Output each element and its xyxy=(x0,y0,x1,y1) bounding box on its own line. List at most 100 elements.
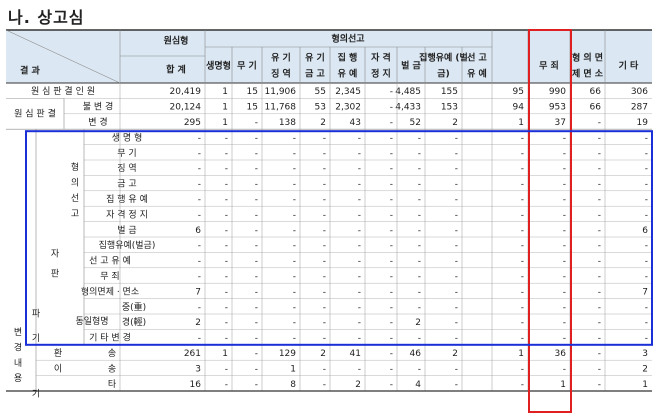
cell-value: - xyxy=(255,257,258,267)
cell-value: 990 xyxy=(549,87,566,97)
row-label-13: 형의면제 · 면소 xyxy=(81,286,139,297)
cell-value: - xyxy=(390,318,393,328)
cell-value: - xyxy=(225,133,228,143)
header-col-5-top: 자 격 xyxy=(371,52,391,64)
cell-value: - xyxy=(645,164,648,174)
cell-value: 2 xyxy=(195,318,201,328)
cell-value: - xyxy=(358,180,361,190)
cell-value: - xyxy=(198,272,201,282)
cell-value: - xyxy=(563,364,566,374)
cell-value: - xyxy=(323,164,326,174)
header-col-3-top: 유 기 xyxy=(305,52,325,64)
cell-value: - xyxy=(255,318,258,328)
cell-value: - xyxy=(455,164,458,174)
cell-value: - xyxy=(358,364,361,374)
cell-value: - xyxy=(418,303,421,313)
row-label-15: 경(輕) xyxy=(122,316,146,328)
row-label-11: 선 고 유 예 xyxy=(89,256,131,267)
cell-value: - xyxy=(598,210,601,220)
cell-value: - xyxy=(563,149,566,159)
group-sentence-3: 선 xyxy=(71,193,79,204)
cell-value: - xyxy=(390,257,393,267)
cell-value: - xyxy=(358,318,361,328)
cell-value: - xyxy=(598,118,601,128)
cell-value: - xyxy=(418,334,421,344)
cell-value: - xyxy=(198,334,201,344)
row-label-i: 이 xyxy=(54,363,62,374)
cell-value: - xyxy=(598,287,601,297)
cell-value: - xyxy=(225,364,228,374)
cell-value: - xyxy=(225,287,228,297)
cell-value: 7 xyxy=(195,287,201,297)
cell-value: - xyxy=(521,364,524,374)
row-label-17: 송 xyxy=(108,348,116,359)
cell-value: - xyxy=(293,303,296,313)
cell-value: - xyxy=(225,180,228,190)
row-label-3: 생 명 형 xyxy=(112,132,143,143)
cell-value: - xyxy=(358,287,361,297)
header-col-3-bottom: 금 고 xyxy=(305,69,325,80)
cell-value: - xyxy=(521,180,524,190)
cell-value: - xyxy=(225,226,228,236)
cell-value: - xyxy=(563,195,566,205)
cell-value: - xyxy=(358,149,361,159)
group-sentence-1: 형 xyxy=(71,162,79,173)
cell-value: - xyxy=(521,149,524,159)
cell-value: 8 xyxy=(290,380,296,390)
cell-value: - xyxy=(225,272,228,282)
cell-value: 6 xyxy=(195,226,201,236)
cell-value: - xyxy=(225,257,228,267)
cell-value: - xyxy=(293,287,296,297)
cell-value: - xyxy=(521,257,524,267)
cell-value: - xyxy=(293,195,296,205)
cell-value: 2 xyxy=(452,349,458,359)
cell-value: - xyxy=(521,241,524,251)
group-reversal-1: 파 xyxy=(32,309,41,320)
cell-value: - xyxy=(455,195,458,205)
cell-value: - xyxy=(225,380,228,390)
cell-value: 2,345 xyxy=(335,87,361,97)
cell-value: - xyxy=(418,364,421,374)
cell-value: - xyxy=(255,149,258,159)
cell-value: - xyxy=(358,257,361,267)
cell-value: - xyxy=(598,164,601,174)
cell-value: - xyxy=(418,226,421,236)
cell-value: - xyxy=(198,257,201,267)
cell-value: 20,124 xyxy=(170,103,202,113)
cell-value: 1 xyxy=(222,87,228,97)
cell-value: - xyxy=(323,226,326,236)
cell-value: - xyxy=(323,303,326,313)
cell-value: - xyxy=(563,272,566,282)
cell-value: - xyxy=(358,334,361,344)
cell-value: - xyxy=(358,303,361,313)
cell-value: - xyxy=(390,149,393,159)
cell-value: 155 xyxy=(441,87,458,97)
cell-value: - xyxy=(563,318,566,328)
cell-value: 55 xyxy=(315,87,326,97)
header-col-4-top: 집 행 xyxy=(338,52,358,64)
header-col-8-bottom: 유 예 xyxy=(467,68,487,80)
row-label-12: 무 죄 xyxy=(100,271,119,282)
cell-value: - xyxy=(645,180,648,190)
cell-value: - xyxy=(255,364,258,374)
cell-value: - xyxy=(255,226,258,236)
header-col-0: 생명형 xyxy=(206,60,231,72)
cell-value: - xyxy=(390,133,393,143)
row-label-0: 원 심 판 결 인 원 xyxy=(31,86,95,97)
cell-value: - xyxy=(390,103,393,113)
header-col-7-bottom: 금) xyxy=(437,69,449,80)
cell-value: - xyxy=(563,210,566,220)
header-original-sentence: 원심형 xyxy=(164,35,189,47)
cell-value: - xyxy=(455,303,458,313)
cell-value: - xyxy=(598,272,601,282)
cell-value: 37 xyxy=(555,118,566,128)
cell-value: - xyxy=(563,287,566,297)
group-same-sentence: 동일형명 xyxy=(75,316,108,327)
cell-value: - xyxy=(418,241,421,251)
cell-value: 1 xyxy=(518,118,524,128)
cell-value: - xyxy=(645,149,648,159)
cell-value: - xyxy=(521,272,524,282)
cell-value: 261 xyxy=(184,349,201,359)
cell-value: - xyxy=(390,334,393,344)
cell-value: - xyxy=(455,257,458,267)
